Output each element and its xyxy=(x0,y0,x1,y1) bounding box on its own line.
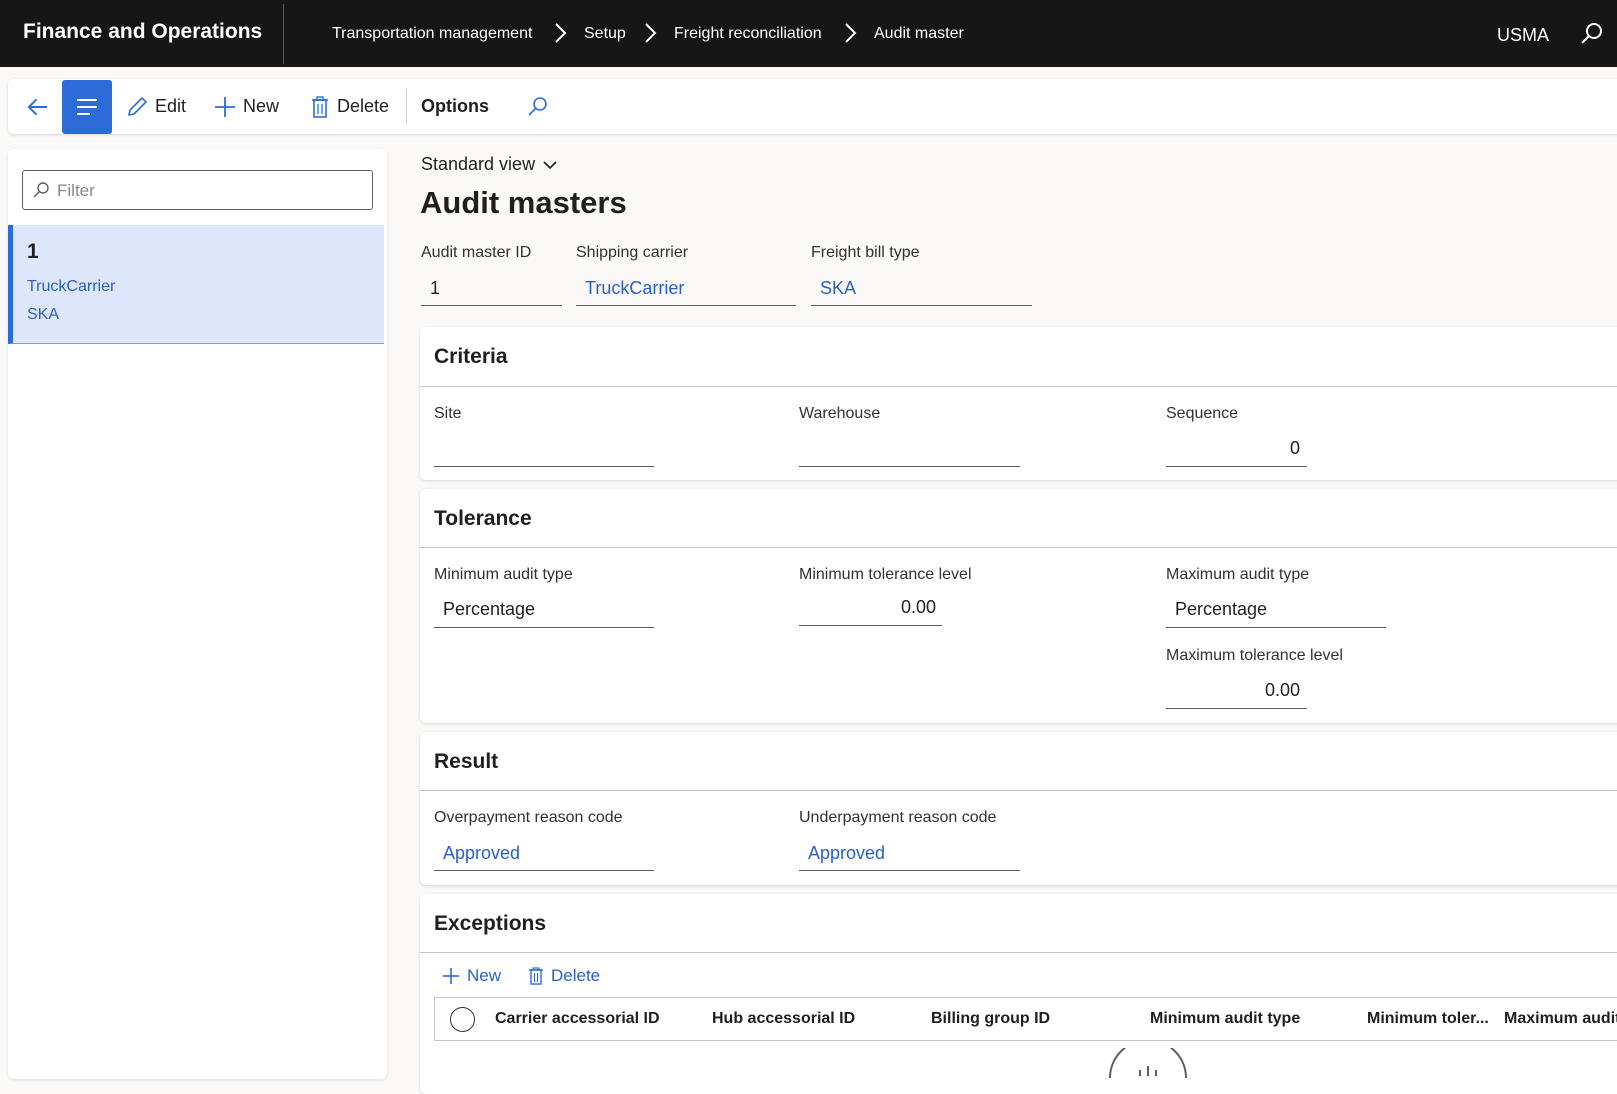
result-divider xyxy=(420,790,1617,791)
column-header-minimum-tolerance[interactable]: Minimum toler... xyxy=(1367,1010,1489,1028)
max-audit-type-label: Maximum audit type xyxy=(1166,566,1310,583)
pencil-icon xyxy=(127,96,148,116)
exceptions-divider xyxy=(420,952,1617,953)
freight-bill-type-label: Freight bill type xyxy=(811,244,920,261)
sequence-label: Sequence xyxy=(1166,405,1239,422)
criteria-fasttab xyxy=(420,327,1617,480)
shipping-carrier-underline xyxy=(576,305,796,306)
warehouse-underline xyxy=(799,466,1020,467)
search-icon xyxy=(33,182,49,198)
list-item-carrier[interactable]: TruckCarrier xyxy=(27,278,115,296)
trash-icon xyxy=(529,967,543,985)
underpayment-underline xyxy=(799,870,1020,871)
chevron-right-icon xyxy=(645,23,657,43)
min-audit-type-label: Minimum audit type xyxy=(434,566,573,583)
criteria-divider xyxy=(420,386,1617,387)
page-title: Audit masters xyxy=(420,185,627,220)
audit-master-id-underline xyxy=(421,305,562,306)
edit-button[interactable]: Edit xyxy=(126,79,186,134)
plus-icon xyxy=(443,968,459,984)
search-icon[interactable] xyxy=(527,96,549,118)
breadcrumb-setup[interactable]: Setup xyxy=(584,25,626,43)
exceptions-delete-label: Delete xyxy=(551,966,601,985)
empty-grid-illustration-icon xyxy=(1109,1048,1187,1078)
tolerance-fasttab xyxy=(420,489,1617,723)
result-title[interactable]: Result xyxy=(434,750,498,774)
underpayment-label: Underpayment reason code xyxy=(799,809,997,826)
options-label: Options xyxy=(421,96,489,116)
breadcrumb-transportation-management[interactable]: Transportation management xyxy=(332,25,532,43)
min-tolerance-field[interactable]: 0.00 xyxy=(799,597,936,618)
max-tolerance-field[interactable]: 0.00 xyxy=(1166,680,1300,701)
min-audit-type-select[interactable]: Percentage xyxy=(443,599,535,620)
warehouse-label: Warehouse xyxy=(799,405,881,422)
column-header-carrier-accessorial-id[interactable]: Carrier accessorial ID xyxy=(495,1010,660,1028)
exceptions-new-label: New xyxy=(467,966,502,985)
max-tolerance-label: Maximum tolerance level xyxy=(1166,647,1343,664)
overpayment-underline xyxy=(434,870,654,871)
chevron-right-icon xyxy=(555,23,567,43)
new-button[interactable]: New xyxy=(214,79,279,134)
max-tolerance-underline xyxy=(1166,708,1307,709)
max-audit-type-select[interactable]: Percentage xyxy=(1175,599,1267,620)
chevron-down-icon xyxy=(543,160,557,169)
exceptions-delete-button[interactable]: Delete xyxy=(528,961,600,991)
underpayment-field[interactable]: Approved xyxy=(808,843,885,864)
filter-placeholder: Filter xyxy=(57,181,95,200)
freight-bill-type-field[interactable]: SKA xyxy=(820,278,856,299)
overpayment-field[interactable]: Approved xyxy=(443,843,520,864)
list-item-id: 1 xyxy=(27,240,39,263)
plus-icon xyxy=(215,96,235,117)
max-audit-type-underline xyxy=(1166,627,1386,628)
list-icon xyxy=(77,99,97,115)
edit-label: Edit xyxy=(155,96,187,116)
shipping-carrier-label: Shipping carrier xyxy=(576,244,689,261)
site-underline xyxy=(434,466,654,467)
tolerance-divider xyxy=(420,547,1617,548)
criteria-title[interactable]: Criteria xyxy=(434,345,508,369)
column-header-hub-accessorial-id[interactable]: Hub accessorial ID xyxy=(712,1010,855,1028)
list-item-bill-type[interactable]: SKA xyxy=(27,306,59,324)
view-name: Standard view xyxy=(421,154,536,174)
column-header-maximum-audit[interactable]: Maximum audit xyxy=(1504,1010,1617,1028)
options-menu[interactable]: Options xyxy=(421,79,489,134)
app-title[interactable]: Finance and Operations xyxy=(23,20,262,44)
column-header-billing-group-id[interactable]: Billing group ID xyxy=(931,1010,1050,1028)
search-icon[interactable] xyxy=(1580,22,1604,46)
overpayment-label: Overpayment reason code xyxy=(434,809,623,826)
back-arrow-icon xyxy=(27,98,48,115)
back-button[interactable] xyxy=(26,79,56,134)
exceptions-new-button[interactable]: New xyxy=(442,961,501,991)
delete-button[interactable]: Delete xyxy=(310,79,389,134)
min-tolerance-label: Minimum tolerance level xyxy=(799,566,972,583)
trash-icon xyxy=(312,95,328,118)
shipping-carrier-field[interactable]: TruckCarrier xyxy=(585,278,684,299)
min-tolerance-underline xyxy=(799,625,942,626)
freight-bill-type-underline xyxy=(811,305,1032,306)
column-header-minimum-audit-type[interactable]: Minimum audit type xyxy=(1150,1010,1300,1028)
select-all-radio[interactable] xyxy=(450,1007,475,1032)
exceptions-fasttab xyxy=(420,894,1617,1094)
chevron-right-icon xyxy=(845,23,857,43)
sequence-underline xyxy=(1166,466,1307,467)
exceptions-title[interactable]: Exceptions xyxy=(434,912,546,936)
show-list-button[interactable] xyxy=(62,80,112,134)
sequence-field[interactable]: 0 xyxy=(1166,438,1300,459)
audit-master-id-label: Audit master ID xyxy=(421,244,532,261)
audit-master-id-field[interactable]: 1 xyxy=(430,278,440,299)
site-label: Site xyxy=(434,405,462,422)
action-separator xyxy=(406,89,407,125)
topbar-divider xyxy=(283,4,284,64)
view-selector[interactable]: Standard view xyxy=(421,154,557,175)
new-label: New xyxy=(243,96,280,116)
min-audit-type-underline xyxy=(434,627,654,628)
breadcrumb-freight-reconciliation[interactable]: Freight reconciliation xyxy=(674,25,822,43)
tolerance-title[interactable]: Tolerance xyxy=(434,507,532,531)
company-picker[interactable]: USMA xyxy=(1497,25,1549,46)
delete-label: Delete xyxy=(337,96,390,116)
breadcrumb-audit-master[interactable]: Audit master xyxy=(874,25,964,43)
